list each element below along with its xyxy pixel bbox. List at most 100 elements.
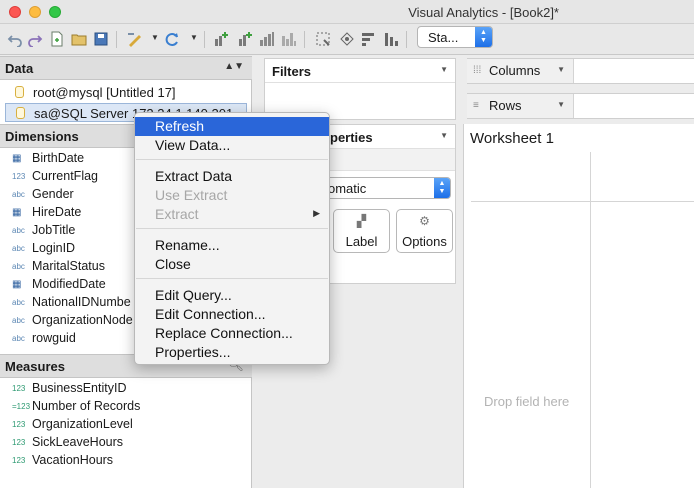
close-window-button[interactable] — [9, 6, 21, 18]
drop-field-hint: Drop field here — [484, 394, 570, 409]
string-type-icon: abc — [12, 316, 25, 325]
measure-field[interactable]: =123 Number of Records — [12, 399, 140, 417]
menu-item-use-extract: Use Extract — [135, 186, 329, 205]
dimension-field-label: rowguid — [32, 331, 76, 345]
open-folder-icon[interactable] — [70, 30, 88, 48]
filters-card: Filters ▼ — [264, 58, 456, 120]
chevron-down-icon[interactable]: ▼ — [557, 65, 565, 74]
menu-item-close[interactable]: Close — [135, 255, 329, 274]
date-type-icon: ▦ — [12, 207, 22, 218]
menu-item-view-data[interactable]: View Data... — [135, 136, 329, 155]
mark-type-select[interactable]: omatic ▲ ▼ — [321, 177, 451, 199]
number-type-icon: 123 — [12, 172, 26, 181]
sort-ascending-icon[interactable] — [360, 30, 378, 48]
measure-field[interactable]: 123 SickLeaveHours — [12, 435, 123, 453]
dimension-field-label: NationalIDNumbe — [32, 295, 131, 309]
minimize-window-button[interactable] — [29, 6, 41, 18]
menu-item-edit-query[interactable]: Edit Query... — [135, 286, 329, 305]
chevron-down-icon[interactable]: ▼ — [440, 65, 448, 74]
dimension-field[interactable]: abc JobTitle — [12, 223, 75, 241]
rows-shelf-label: ≡ Rows ▼ — [467, 94, 574, 118]
dimension-field[interactable]: ▦ BirthDate — [12, 151, 84, 169]
rows-shelf[interactable]: ≡ Rows ▼ — [467, 93, 694, 119]
dimension-field[interactable]: ▦ HireDate — [12, 205, 81, 223]
dimension-field-label: ModifiedDate — [32, 277, 106, 291]
menu-item-refresh[interactable]: Refresh — [135, 117, 329, 136]
string-type-icon: abc — [12, 298, 25, 307]
toolbar-divider — [406, 31, 407, 48]
measure-field[interactable]: 123 VacationHours — [12, 453, 113, 471]
menu-item-label: Replace Connection... — [155, 325, 293, 341]
data-pane-header: Data ▲▼ — [0, 56, 252, 80]
sort-descending-icon[interactable] — [382, 30, 400, 48]
rows-icon: ≡ — [473, 100, 479, 111]
bar-chart-icon[interactable] — [280, 30, 298, 48]
string-type-icon: abc — [12, 226, 25, 235]
new-worksheet-icon[interactable] — [212, 30, 230, 48]
dimension-field[interactable]: abc OrganizationNode — [12, 313, 133, 331]
mark-type-value: omatic — [328, 181, 367, 196]
dimension-field[interactable]: 123 CurrentFlag — [12, 169, 98, 187]
dimension-field-label: Gender — [32, 187, 74, 201]
redo-icon[interactable] — [26, 30, 44, 48]
menu-item-extract-data[interactable]: Extract Data — [135, 167, 329, 186]
chevron-down-icon[interactable]: ▼ — [557, 100, 565, 109]
dimension-field[interactable]: abc LoginID — [12, 241, 75, 259]
undo-icon[interactable] — [6, 30, 24, 48]
data-source-label: root@mysql [Untitled 17] — [33, 85, 176, 100]
toolbar-divider — [304, 31, 305, 48]
measure-field[interactable]: 123 BusinessEntityID — [12, 381, 126, 399]
dimension-field[interactable]: abc rowguid — [12, 331, 76, 349]
group-icon[interactable] — [314, 30, 332, 48]
worksheet-title: Worksheet 1 — [470, 130, 554, 147]
options-button-text: Options — [402, 234, 447, 249]
columns-shelf[interactable]: ⁞⁞⁞ Columns ▼ — [467, 58, 694, 84]
columns-icon: ⁞⁞⁞ — [473, 65, 482, 76]
worksheet-canvas[interactable]: Worksheet 1 Drop field here — [463, 124, 694, 488]
dimension-field[interactable]: abc Gender — [12, 187, 74, 205]
dimension-field[interactable]: ▦ ModifiedDate — [12, 277, 106, 295]
menu-item-extract: Extract ▶ — [135, 205, 329, 224]
menu-item-label: View Data... — [155, 137, 231, 153]
duplicate-sheet-icon[interactable] — [236, 30, 254, 48]
menu-item-properties[interactable]: Properties... — [135, 343, 329, 362]
context-menu: Refresh View Data... Extract Data Use Extra… — [134, 112, 330, 365]
number-type-icon: =123 — [12, 402, 31, 411]
data-source-icon[interactable] — [126, 30, 144, 48]
new-document-icon[interactable] — [48, 30, 66, 48]
refresh-icon[interactable] — [163, 30, 181, 48]
menu-item-label: Edit Connection... — [155, 306, 266, 322]
label-button[interactable]: ▞ Label — [333, 209, 390, 253]
dimension-field[interactable]: abc NationalIDNumbe — [12, 295, 131, 313]
dimension-field[interactable]: abc MaritalStatus — [12, 259, 105, 277]
measure-field[interactable]: 123 OrganizationLevel — [12, 417, 133, 435]
label-icon: ▞ — [356, 214, 367, 228]
dimension-field-label: CurrentFlag — [32, 169, 98, 183]
clear-sheet-icon[interactable] — [258, 30, 276, 48]
menu-item-edit-connection[interactable]: Edit Connection... — [135, 305, 329, 324]
menu-item-replace-connection[interactable]: Replace Connection... — [135, 324, 329, 343]
database-icon — [15, 86, 24, 98]
save-icon[interactable] — [92, 30, 110, 48]
format-icon[interactable] — [338, 30, 356, 48]
columns-title: Columns — [489, 63, 541, 78]
chevron-down-icon[interactable]: ▼ — [151, 33, 159, 42]
string-type-icon: abc — [12, 262, 25, 271]
sort-toggle-icon[interactable]: ▲▼ — [224, 61, 244, 72]
options-button[interactable]: ⚙ Options — [396, 209, 453, 253]
worksheet-axis-divider — [590, 152, 591, 488]
window-titlebar: Visual Analytics - [Book2]* — [0, 0, 694, 24]
filters-header: Filters ▼ — [265, 59, 455, 83]
submenu-arrow-icon: ▶ — [313, 208, 320, 218]
dimensions-title: Dimensions — [5, 129, 79, 144]
zoom-window-button[interactable] — [49, 6, 61, 18]
menu-item-rename[interactable]: Rename... — [135, 236, 329, 255]
select-arrows-icon: ▲ ▼ — [434, 178, 450, 198]
data-source-item[interactable]: root@mysql [Untitled 17] — [5, 83, 247, 102]
chevron-down-icon[interactable]: ▼ — [190, 33, 198, 42]
datetime-type-icon: ▦ — [12, 279, 22, 290]
presentation-mode-select[interactable]: Sta... ▲ ▼ — [417, 26, 493, 48]
measure-field-label: SickLeaveHours — [32, 435, 124, 449]
dimension-field-label: MaritalStatus — [32, 259, 105, 273]
chevron-down-icon[interactable]: ▼ — [440, 131, 448, 140]
